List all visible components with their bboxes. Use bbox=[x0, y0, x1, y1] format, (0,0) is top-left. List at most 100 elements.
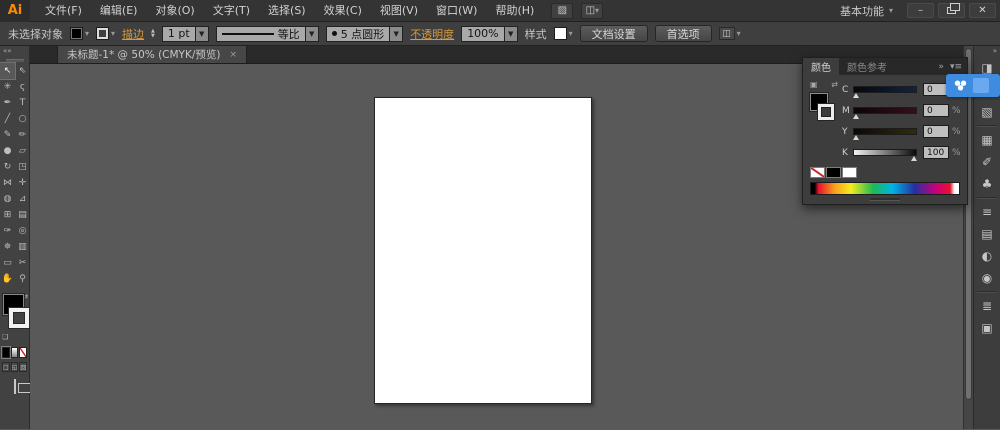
shape-builder-tool[interactable]: ◍ bbox=[0, 191, 15, 207]
white-swatch[interactable] bbox=[842, 167, 857, 178]
highlighted-dock-icon[interactable] bbox=[946, 74, 1000, 97]
panel-collapse-icon[interactable]: » bbox=[938, 62, 944, 72]
chevron-down-icon[interactable]: ▼ bbox=[504, 27, 517, 41]
ellipse-tool[interactable]: ○ bbox=[15, 111, 30, 127]
blob-brush-tool[interactable]: ● bbox=[0, 143, 15, 159]
chevron-down-icon[interactable]: ▾ bbox=[737, 29, 741, 38]
panel-resize-grip[interactable] bbox=[803, 195, 967, 204]
type-tool[interactable]: T bbox=[15, 95, 30, 111]
gradient-button[interactable] bbox=[11, 347, 19, 358]
default-fill-stroke-icon[interactable]: ❏ bbox=[2, 333, 8, 341]
menu-type[interactable]: 文字(T) bbox=[204, 0, 259, 22]
perspective-grid-tool[interactable]: ⊿ bbox=[15, 191, 30, 207]
slice-tool[interactable]: ✂ bbox=[15, 255, 30, 271]
artboards-panel-icon[interactable]: ▣ bbox=[974, 317, 1000, 339]
chevron-down-icon[interactable]: ▾ bbox=[111, 29, 115, 38]
menu-help[interactable]: 帮助(H) bbox=[486, 0, 543, 22]
slider-thumb[interactable] bbox=[911, 156, 917, 161]
stroke-panel-link[interactable]: 描边 bbox=[122, 26, 144, 42]
draw-behind-button[interactable]: ◱ bbox=[11, 362, 19, 372]
panel-menu-icon[interactable]: ▾≡ bbox=[950, 62, 962, 72]
slider-track-m[interactable] bbox=[853, 107, 917, 114]
chevron-down-icon[interactable]: ▾ bbox=[569, 29, 573, 38]
chevron-down-icon[interactable]: ▼ bbox=[195, 27, 208, 41]
stroke-proxy[interactable] bbox=[818, 104, 834, 120]
chevron-down-icon[interactable]: ▼ bbox=[389, 27, 402, 41]
dock-collapse-icon[interactable]: » bbox=[974, 46, 1000, 57]
style-control[interactable]: ▾ bbox=[554, 27, 573, 40]
pen-tool[interactable]: ✒ bbox=[0, 95, 15, 111]
free-transform-tool[interactable]: ✛ bbox=[15, 175, 30, 191]
menu-window[interactable]: 窗口(W) bbox=[427, 0, 486, 22]
pencil-tool[interactable]: ✏ bbox=[15, 127, 30, 143]
paintbrush-tool[interactable]: ✎ bbox=[0, 127, 15, 143]
stroke-width-combo[interactable]: 1 pt ▼ bbox=[162, 26, 209, 42]
chevron-down-icon[interactable]: ▾ bbox=[85, 29, 89, 38]
slider-track-y[interactable] bbox=[853, 128, 917, 135]
none-swatch[interactable] bbox=[810, 167, 825, 178]
blend-tool[interactable]: ◎ bbox=[15, 223, 30, 239]
menu-effect[interactable]: 效果(C) bbox=[315, 0, 371, 22]
slider-thumb[interactable] bbox=[853, 93, 859, 98]
width-profile-combo[interactable]: 等比 ▼ bbox=[216, 26, 319, 42]
symbols-panel-icon[interactable]: ♣ bbox=[974, 173, 1000, 195]
toolbar-collapse-icon[interactable]: «« bbox=[0, 46, 29, 57]
appearance-panel-icon[interactable]: ◉ bbox=[974, 267, 1000, 289]
direct-selection-tool[interactable]: ⇖ bbox=[15, 63, 30, 79]
draw-inside-button[interactable]: 回 bbox=[19, 362, 27, 372]
none-button[interactable] bbox=[19, 347, 27, 358]
slider-value-y[interactable]: 0 bbox=[923, 125, 949, 138]
line-segment-tool[interactable]: ╱ bbox=[0, 111, 15, 127]
column-graph-tool[interactable]: ▥ bbox=[15, 239, 30, 255]
eyedropper-tool[interactable]: ✑ bbox=[0, 223, 15, 239]
tab-color-guide[interactable]: 颜色参考 bbox=[839, 58, 895, 75]
brushes-panel-icon[interactable]: ✐ bbox=[974, 151, 1000, 173]
bridge-icon[interactable]: ▨ bbox=[551, 3, 573, 19]
close-button[interactable]: ✕ bbox=[969, 3, 996, 18]
slider-thumb[interactable] bbox=[853, 135, 859, 140]
tab-close-icon[interactable]: × bbox=[230, 50, 238, 60]
document-setup-button[interactable]: 文档设置 bbox=[580, 25, 648, 42]
color-guide-panel-icon[interactable]: ▧ bbox=[974, 101, 1000, 123]
opacity-panel-link[interactable]: 不透明度 bbox=[410, 26, 454, 42]
fill-swatch[interactable] bbox=[70, 27, 83, 40]
eraser-tool[interactable]: ▱ bbox=[15, 143, 30, 159]
stroke-proxy[interactable] bbox=[9, 308, 29, 328]
stroke-panel-icon[interactable]: ≡ bbox=[974, 201, 1000, 223]
document-tab[interactable]: 未标题-1* @ 50% (CMYK/预览) × bbox=[57, 46, 247, 63]
stroke-color-control[interactable]: ▾ bbox=[96, 27, 115, 40]
control-panel-menu[interactable]: ◫ ▾ bbox=[719, 27, 741, 40]
workspace-switcher[interactable]: 基本功能 ▾ bbox=[830, 3, 903, 19]
gradient-panel-icon[interactable]: ▤ bbox=[974, 223, 1000, 245]
black-swatch[interactable] bbox=[826, 167, 841, 178]
hand-tool[interactable]: ✋ bbox=[0, 271, 15, 287]
chevron-down-icon[interactable]: ▼ bbox=[305, 27, 318, 41]
layers-panel-icon[interactable]: ≣ bbox=[974, 295, 1000, 317]
mesh-tool[interactable]: ⊞ bbox=[0, 207, 15, 223]
preferences-button[interactable]: 首选项 bbox=[655, 25, 712, 42]
stroke-width-value[interactable]: 1 pt bbox=[163, 27, 195, 41]
transparency-panel-icon[interactable]: ◐ bbox=[974, 245, 1000, 267]
stroke-width-stepper[interactable]: ▲▼ bbox=[151, 29, 155, 39]
color-spectrum-bar[interactable] bbox=[810, 182, 960, 195]
menu-file[interactable]: 文件(F) bbox=[36, 0, 91, 22]
fill-color-control[interactable]: ▾ bbox=[70, 27, 89, 40]
selection-tool[interactable]: ↖ bbox=[0, 63, 15, 79]
artboard[interactable] bbox=[374, 97, 592, 404]
rotate-tool[interactable]: ↻ bbox=[0, 159, 15, 175]
arrange-documents-icon[interactable]: ◫ ▾ bbox=[581, 3, 603, 19]
menu-object[interactable]: 对象(O) bbox=[146, 0, 203, 22]
opacity-combo[interactable]: 100% ▼ bbox=[461, 26, 517, 42]
draw-normal-button[interactable]: □ bbox=[2, 362, 10, 372]
scale-tool[interactable]: ◳ bbox=[15, 159, 30, 175]
opacity-value[interactable]: 100% bbox=[462, 27, 503, 41]
brush-definition-combo[interactable]: 5 点圆形 ▼ bbox=[326, 26, 404, 42]
minimize-button[interactable]: – bbox=[907, 3, 934, 18]
menu-edit[interactable]: 编辑(E) bbox=[91, 0, 147, 22]
slider-value-k[interactable]: 100 bbox=[923, 146, 949, 159]
slider-thumb[interactable] bbox=[853, 114, 859, 119]
slider-value-m[interactable]: 0 bbox=[923, 104, 949, 117]
lasso-tool[interactable]: ς bbox=[15, 79, 30, 95]
style-swatch[interactable] bbox=[554, 27, 567, 40]
gradient-tool[interactable]: ▤ bbox=[15, 207, 30, 223]
